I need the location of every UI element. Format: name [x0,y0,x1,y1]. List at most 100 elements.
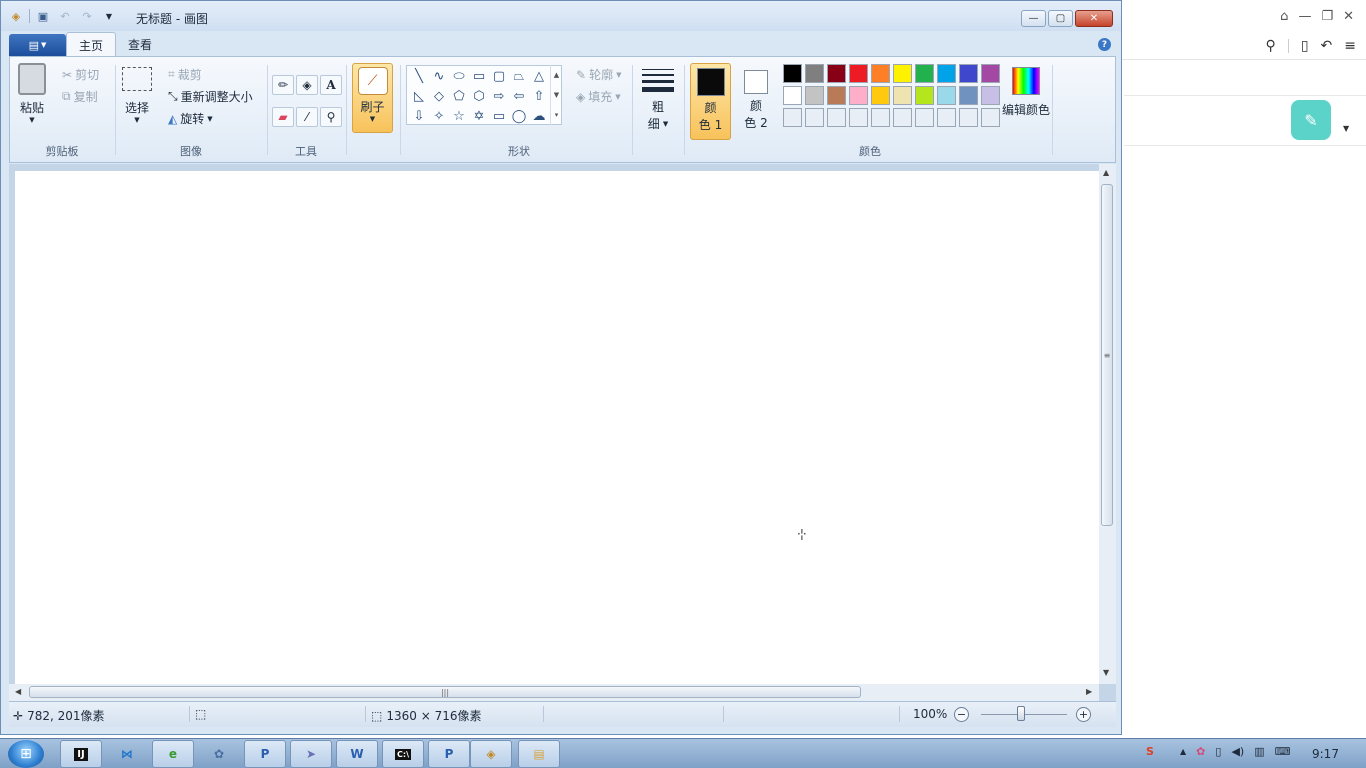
language-icon[interactable]: ⌨ [1275,745,1291,758]
undo-icon[interactable]: ↶ [1321,38,1333,54]
rectangle-shape-icon[interactable]: ▭ [469,66,489,86]
palette-swatch[interactable] [871,64,890,83]
select-button[interactable]: 选择 ▼ [122,67,152,124]
shirt-icon[interactable]: ⌂ [1280,9,1288,24]
palette-swatch[interactable] [805,86,824,105]
maximize-button[interactable]: ▢ [1048,10,1073,27]
palette-swatch[interactable] [827,64,846,83]
five-point-star-shape-icon[interactable]: ☆ [449,106,469,126]
palette-swatch[interactable] [827,86,846,105]
file-menu-button[interactable]: ▤ ▼ [9,34,66,56]
palette-swatch[interactable] [959,108,978,127]
drawing-canvas[interactable] [15,171,1099,684]
palette-swatch[interactable] [915,108,934,127]
palette-swatch[interactable] [981,86,1000,105]
polygon-shape-icon[interactable]: ⏢ [509,66,529,86]
palette-swatch[interactable] [805,64,824,83]
chevron-down-icon[interactable]: ▼ [1343,124,1349,133]
paste-button[interactable]: 粘贴 ▼ [18,63,46,124]
shapes-scrollbar[interactable]: ▲ ▼ ▾ [550,65,562,125]
diamond-shape-icon[interactable]: ◇ [429,86,449,106]
scroll-up-icon[interactable]: ▲ [1103,168,1109,177]
color2-button[interactable]: 颜色 2 [737,63,775,140]
minimize-icon[interactable]: — [1298,9,1311,24]
start-button[interactable]: ⊞ [8,740,44,768]
save-icon[interactable]: ▣ [34,8,52,24]
search-icon[interactable]: ⚲ [1266,38,1276,54]
paint-app-icon[interactable]: ◈ [7,8,25,24]
taskbar-explorer-icon[interactable]: ▤ [518,740,560,768]
brushes-button[interactable]: ⟋ 刷子 ▼ [352,63,393,133]
eraser-icon[interactable]: ▰ [272,107,294,127]
customize-dropdown-icon[interactable]: ▼ [100,8,118,24]
show-hidden-icons-icon[interactable]: ▲ [1180,747,1186,756]
extension-icon[interactable]: ✎ [1291,100,1331,140]
close-icon[interactable]: ✕ [1343,9,1354,24]
taskbar-paint-icon[interactable]: ◈ [470,740,512,768]
palette-swatch[interactable] [981,108,1000,127]
zoom-in-button[interactable]: + [1076,707,1091,722]
outline-button[interactable]: ✎ 轮廓 ▼ [576,66,621,83]
cut-button[interactable]: ✂ 剪切 [62,66,99,83]
tab-view[interactable]: 查看 [116,32,164,56]
fill-bucket-icon[interactable]: ◈ [296,75,318,95]
palette-swatch[interactable] [893,86,912,105]
oval-callout-shape-icon[interactable]: ◯ [509,106,529,126]
down-arrow-shape-icon[interactable]: ⇩ [409,106,429,126]
zoom-out-button[interactable]: − [954,707,969,722]
scroll-left-icon[interactable]: ◀ [15,687,21,696]
up-arrow-shape-icon[interactable]: ⇧ [529,86,549,106]
restore-icon[interactable]: ❐ [1321,9,1333,24]
vertical-scrollbar[interactable]: ▲ ≡ ▼ [1099,164,1116,684]
palette-swatch[interactable] [827,108,846,127]
palette-swatch[interactable] [981,64,1000,83]
palette-swatch[interactable] [959,86,978,105]
network-icon[interactable]: ▥ [1254,745,1264,758]
curve-shape-icon[interactable]: ∿ [429,66,449,86]
menu-icon[interactable]: ≡ [1344,38,1356,54]
zoom-slider-thumb[interactable] [1017,706,1025,721]
palette-swatch[interactable] [783,64,802,83]
taskbar-pycharm-icon[interactable]: P [244,740,286,768]
palette-swatch[interactable] [893,108,912,127]
close-button[interactable]: ✕ [1075,10,1113,27]
crop-button[interactable]: ⌗ 裁剪 [168,66,202,83]
cloud-callout-shape-icon[interactable]: ☁ [529,106,549,126]
palette-swatch[interactable] [783,108,802,127]
taskbar-intellij-icon[interactable]: IJ [60,740,102,768]
edit-colors-button[interactable]: 编辑颜色 [1002,67,1050,118]
six-point-star-shape-icon[interactable]: ✡ [469,106,489,126]
pentagon-shape-icon[interactable]: ⬠ [449,86,469,106]
four-point-star-shape-icon[interactable]: ✧ [429,106,449,126]
palette-swatch[interactable] [893,64,912,83]
scroll-up-icon[interactable]: ▲ [554,71,559,79]
minimize-button[interactable]: — [1021,10,1046,27]
scroll-down-icon[interactable]: ▼ [554,91,559,99]
flower-icon[interactable]: ✿ [1196,745,1205,758]
magnifier-icon[interactable]: ⚲ [320,107,342,127]
taskbar-feather-icon[interactable]: ➤ [290,740,332,768]
palette-swatch[interactable] [805,108,824,127]
taskbar-cmd-icon[interactable]: C:\ [382,740,424,768]
palette-swatch[interactable] [937,64,956,83]
palette-swatch[interactable] [849,64,868,83]
palette-swatch[interactable] [959,64,978,83]
expand-icon[interactable]: ▾ [555,111,559,119]
vertical-scroll-thumb[interactable]: ≡ [1101,184,1113,526]
undo-icon[interactable]: ↶ [56,8,74,24]
taskbar-browser-icon[interactable]: e [152,740,194,768]
rotate-button[interactable]: ◭ 旋转 ▼ [168,110,213,127]
palette-swatch[interactable] [937,108,956,127]
palette-swatch[interactable] [871,86,890,105]
taskbar-pycharm-icon[interactable]: P [428,740,470,768]
redo-icon[interactable]: ↷ [78,8,96,24]
resize-button[interactable]: ⤡ 重新调整大小 [168,88,253,105]
help-icon[interactable]: ? [1098,38,1111,51]
rounded-rectangle-shape-icon[interactable]: ▢ [489,66,509,86]
palette-swatch[interactable] [849,108,868,127]
right-arrow-shape-icon[interactable]: ⇨ [489,86,509,106]
triangle-shape-icon[interactable]: △ [529,66,549,86]
color1-button[interactable]: 颜色 1 [690,63,731,140]
copy-button[interactable]: ⧉ 复制 [62,88,98,105]
color-picker-icon[interactable]: ⁄ [296,107,318,127]
